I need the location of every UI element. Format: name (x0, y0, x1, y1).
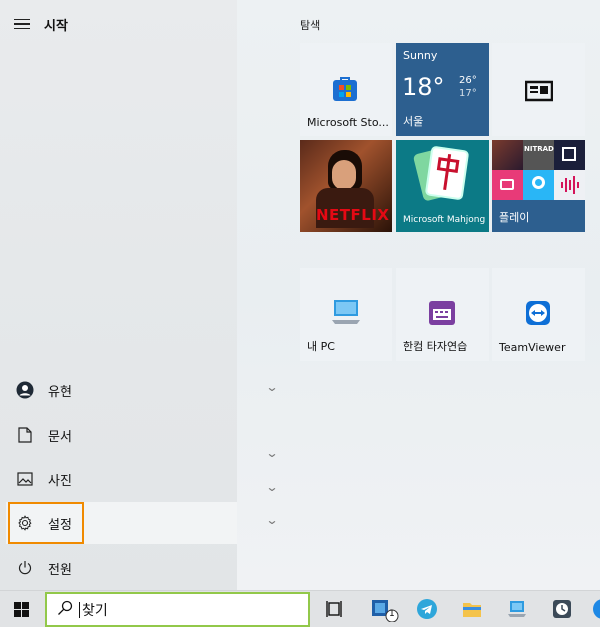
tile-weather[interactable]: Sunny 18° 26° 17° 서울 (396, 43, 489, 136)
user-avatar-icon (8, 381, 42, 399)
chevron-down-icon[interactable]: ⌄ (265, 380, 278, 394)
weather-temp: 18° (402, 73, 445, 101)
sidebar-item-label: 사진 (48, 473, 72, 489)
tile-hancom-typing[interactable]: 한컴 타자연습 (396, 268, 489, 361)
sidebar-item-label: 문서 (48, 429, 72, 445)
store-icon (332, 76, 358, 102)
chevron-down-icon[interactable]: ⌄ (265, 446, 278, 460)
weather-high: 26° (459, 75, 477, 86)
tile-label: 내 PC (307, 340, 335, 353)
document-icon (8, 427, 42, 443)
hamburger-menu-icon[interactable] (14, 16, 30, 33)
tile-news[interactable] (492, 43, 585, 136)
camera-icon (492, 170, 523, 200)
taskbar: 찾기 1 (0, 590, 600, 627)
dolby-icon (554, 140, 585, 170)
tile-label: 서울 (403, 115, 424, 128)
text-cursor (79, 601, 80, 618)
tile-this-pc[interactable]: 내 PC (300, 268, 392, 361)
start-title: 시작 (44, 18, 68, 34)
telegram-icon[interactable] (416, 598, 438, 620)
sidebar-item-user[interactable]: 유현 (6, 369, 237, 411)
play-thumb-nitrado: NITRADO (523, 140, 560, 170)
search-input[interactable]: 찾기 (82, 600, 108, 620)
file-explorer-icon[interactable] (461, 598, 483, 620)
app-badge-count: 1 (389, 609, 395, 619)
tile-label: Microsoft Mahjong (403, 215, 486, 225)
sidebar-item-label: 전원 (48, 562, 72, 578)
task-view-icon[interactable] (324, 598, 346, 620)
tile-label: Microsoft Sto... (307, 116, 389, 129)
tile-microsoft-store[interactable]: Microsoft Sto... (300, 43, 392, 136)
sidebar-item-settings[interactable]: 설정 (6, 502, 237, 544)
tile-netflix[interactable]: NETFLIX (300, 140, 392, 232)
app-with-badge-icon[interactable]: 1 (370, 598, 400, 623)
power-icon (8, 560, 42, 576)
tile-label: 한컴 타자연습 (403, 340, 468, 353)
chevron-down-icon[interactable]: ⌄ (265, 513, 278, 527)
tile-label: 플레이 (499, 211, 530, 224)
tile-microsoft-mahjong[interactable]: Microsoft Mahjong (396, 140, 489, 232)
mahjong-tile-icon (424, 145, 470, 201)
picture-icon (8, 472, 42, 486)
chevron-down-icon[interactable]: ⌄ (265, 480, 278, 494)
windows-start-icon[interactable] (14, 602, 29, 617)
search-box[interactable]: 찾기 (45, 592, 310, 627)
sidebar-item-pictures[interactable]: 사진 (6, 458, 237, 500)
sidebar-item-power[interactable]: 전원 (6, 547, 237, 589)
netflix-image-face (332, 160, 356, 190)
weather-condition: Sunny (403, 49, 438, 62)
focus-highlight (8, 502, 84, 544)
teamviewer-icon (525, 300, 551, 329)
netflix-logo: NETFLIX (316, 206, 390, 224)
sidebar-item-documents[interactable]: 문서 (6, 414, 237, 456)
start-header: 시작 (0, 0, 237, 48)
tile-teamviewer[interactable]: TeamViewer (492, 268, 585, 361)
picsart-icon (523, 170, 554, 200)
audio-wave-icon (554, 170, 585, 200)
news-icon (524, 80, 554, 105)
tile-play-folder[interactable]: NITRADO 플레이 (492, 140, 585, 232)
clock-app-icon[interactable] (551, 598, 573, 620)
weather-low: 17° (459, 88, 477, 99)
partial-app-icon[interactable] (592, 598, 600, 620)
tile-label: TeamViewer (499, 341, 566, 354)
search-icon (57, 600, 75, 620)
computer-icon (330, 298, 362, 329)
this-pc-taskbar-icon[interactable] (506, 598, 528, 620)
start-menu-left-rail: 시작 유현 문서 사진 설정 전원 (0, 0, 237, 590)
sidebar-item-label: 유현 (48, 384, 72, 400)
play-thumb-game (492, 140, 523, 170)
keyboard-icon (428, 299, 456, 330)
group-title: 탐색 (300, 19, 321, 32)
